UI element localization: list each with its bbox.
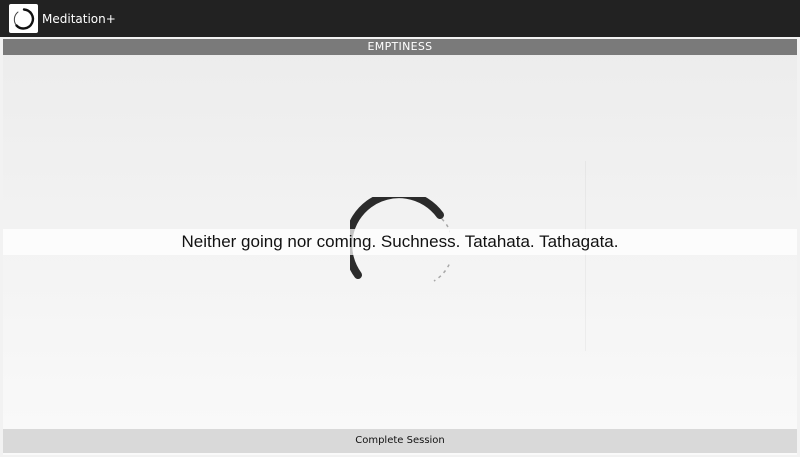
session-panel: EMPTINESS Neither going nor coming. Such…: [3, 39, 797, 455]
quote-text: Neither going nor coming. Suchness. Tata…: [181, 232, 619, 251]
divider-line: [585, 161, 586, 351]
complete-session-button[interactable]: Complete Session: [3, 429, 797, 453]
enso-circle-icon[interactable]: [9, 4, 38, 33]
app-title: Meditation+: [42, 11, 116, 26]
section-title: EMPTINESS: [3, 39, 797, 55]
app-bar: Meditation+: [0, 0, 800, 37]
